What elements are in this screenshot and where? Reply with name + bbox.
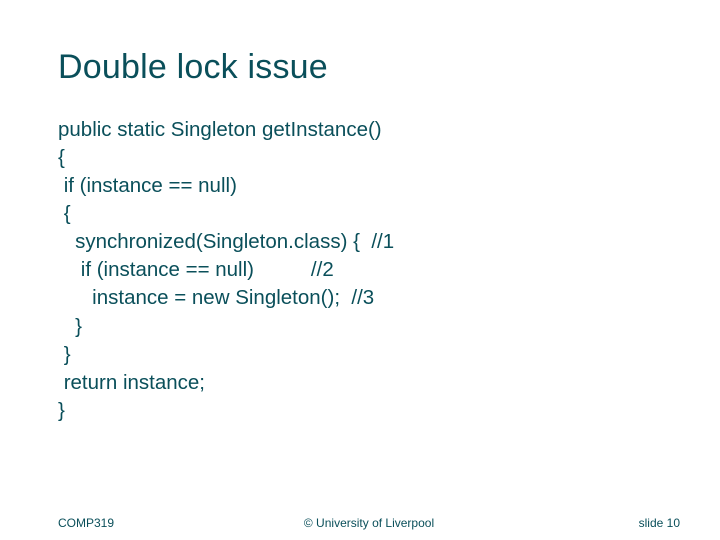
slide-title: Double lock issue — [58, 48, 328, 87]
footer-slide-number: slide 10 — [639, 516, 680, 530]
footer-course: COMP319 — [58, 516, 114, 530]
slide: Double lock issue public static Singleto… — [0, 0, 720, 540]
footer-copyright: © University of Liverpool — [304, 516, 434, 530]
code-block: public static Singleton getInstance() { … — [58, 116, 394, 425]
